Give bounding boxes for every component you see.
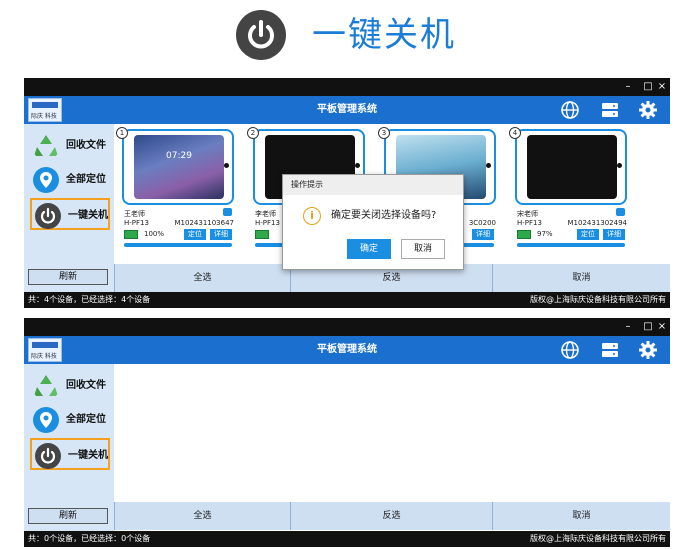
device-number: 1 [116,127,128,139]
globe-icon[interactable] [560,340,580,360]
device-user: 王老师 [124,210,145,218]
detail-button[interactable]: 详细 [472,229,494,240]
bottom-actions: 全选 反选 取消 [114,502,670,530]
device-number: 3 [378,127,390,139]
window-titlebar: – □ × [24,318,670,336]
sidebar-item-recycle-files[interactable]: 回收文件 [30,370,110,402]
sidebar-item-label: 回收文件 [66,380,106,391]
device-count-status: 共：0个设备，已经选择：0个设备 [28,534,151,543]
dialog-title: 操作提示 [283,175,463,195]
server-icon[interactable] [600,100,620,120]
globe-icon[interactable] [560,100,580,120]
copyright-text: 版权@上海际庆设备科技有限公司所有 [530,534,666,543]
sidebar-item-label: 回收文件 [66,140,106,151]
server-icon[interactable] [600,340,620,360]
window-titlebar: – □ × [24,78,670,96]
battery-percent: 97% [537,230,553,238]
device-serial: 3C0200 [468,219,496,227]
hero-title: 一键关机 [312,15,456,55]
sidebar-item-recycle-files[interactable]: 回收文件 [30,130,110,162]
select-all-button[interactable]: 全选 [114,502,290,530]
info-icon: i [303,207,321,225]
power-icon [236,10,286,60]
selection-bar [124,243,232,247]
sidebar-item-label: 一键关机 [68,210,108,221]
recycle-icon [34,135,58,156]
close-button[interactable]: × [656,79,668,95]
app-window-with-dialog: – □ × 际庆 科技 平板管理系统 回收文件 全部定位 一键关机 刷新 1 0… [24,78,670,310]
location-pin-icon [33,167,59,193]
screen-time: 07:29 [166,151,192,161]
gear-icon[interactable] [638,340,658,360]
app-window-empty: – □ × 际庆 科技 平板管理系统 回收文件 全部定位 一键关机 刷新 全选 … [24,318,670,549]
sidebar-item-shutdown[interactable]: 一键关机 [30,438,110,470]
app-header: 际庆 科技 平板管理系统 [24,96,670,124]
detail-button[interactable]: 详细 [210,229,232,240]
device-serial: M102431302494 [567,219,627,227]
refresh-button[interactable]: 刷新 [28,269,108,285]
select-all-button[interactable]: 全选 [114,264,290,292]
cancel-selection-button[interactable]: 取消 [492,502,670,530]
minimize-button[interactable]: – [622,79,634,95]
info-badge-icon [223,208,232,216]
sidebar-item-shutdown[interactable]: 一键关机 [30,198,110,230]
tablet-frame: 07:29 [122,129,234,205]
device-user: 宋老师 [517,210,538,218]
device-number: 2 [247,127,259,139]
power-icon [35,203,61,229]
device-count-status: 共：4个设备，已经选择：4个设备 [28,295,151,304]
device-number: 4 [509,127,521,139]
power-icon [35,443,61,469]
battery-icon [517,230,531,239]
tablet-screen [134,135,224,199]
location-pin-icon [33,407,59,433]
sidebar-item-label: 全部定位 [66,414,106,425]
sidebar-item-locate-all[interactable]: 全部定位 [30,404,110,436]
tablet-frame [515,129,627,205]
maximize-button[interactable]: □ [642,319,654,335]
status-bar: 共：0个设备，已经选择：0个设备 版权@上海际庆设备科技有限公司所有 [24,531,670,547]
detail-button[interactable]: 详细 [603,229,625,240]
locate-button[interactable]: 定位 [184,229,206,240]
cancel-button[interactable]: 取消 [401,239,445,259]
battery-percent: 100% [144,230,165,238]
close-button[interactable]: × [656,319,668,335]
device-model: H-PF13 [124,219,149,227]
maximize-button[interactable]: □ [642,79,654,95]
battery-icon [255,230,269,239]
dialog-message: 确定要关闭选择设备吗? [331,210,437,221]
battery-icon [124,230,138,239]
recycle-icon [34,375,58,396]
status-bar: 共：4个设备，已经选择：4个设备 版权@上海际庆设备科技有限公司所有 [24,292,670,308]
sidebar-item-label: 全部定位 [66,174,106,185]
device-user: 李老师 [255,210,276,218]
app-header: 际庆 科技 平板管理系统 [24,336,670,364]
tablet-screen [527,135,617,199]
confirm-dialog: 操作提示 i 确定要关闭选择设备吗? 确定 取消 [282,174,464,270]
info-badge-icon [616,208,625,216]
minimize-button[interactable]: – [622,319,634,335]
device-card[interactable]: 4 宋老师 H-PF13 M102431302494 97% 定位 详细 [509,127,627,247]
invert-selection-button[interactable]: 反选 [290,502,492,530]
sidebar-item-locate-all[interactable]: 全部定位 [30,164,110,196]
device-model: H-PF13 [255,219,280,227]
locate-button[interactable]: 定位 [577,229,599,240]
device-grid-empty [114,364,670,504]
hero-header: 一键关机 [0,0,694,72]
sidebar-item-label: 一键关机 [68,450,108,461]
device-serial: M102431103647 [174,219,234,227]
sidebar: 回收文件 全部定位 一键关机 刷新 [24,124,114,294]
gear-icon[interactable] [638,100,658,120]
selection-bar [517,243,625,247]
device-model: H-PF13 [517,219,542,227]
sidebar: 回收文件 全部定位 一键关机 刷新 [24,364,114,534]
refresh-button[interactable]: 刷新 [28,508,108,524]
cancel-selection-button[interactable]: 取消 [492,264,670,292]
confirm-button[interactable]: 确定 [347,239,391,259]
device-card[interactable]: 1 07:29 王老师 H-PF13 M102431103647 100% 定位… [116,127,234,247]
copyright-text: 版权@上海际庆设备科技有限公司所有 [530,295,666,304]
